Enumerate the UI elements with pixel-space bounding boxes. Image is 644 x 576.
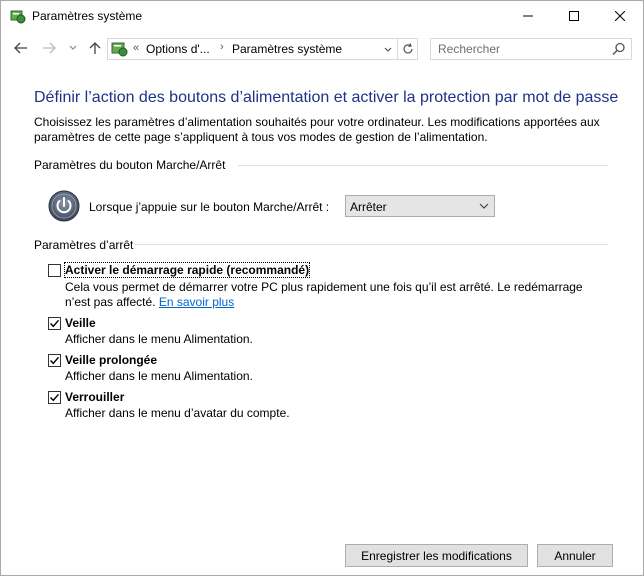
control-panel-icon bbox=[111, 41, 129, 57]
refresh-button[interactable] bbox=[397, 38, 418, 60]
breadcrumb-system-settings[interactable]: Paramètres système bbox=[232, 42, 342, 56]
checkmark-icon bbox=[50, 319, 60, 328]
sleep-description: Afficher dans le menu Alimentation. bbox=[65, 332, 253, 346]
maximize-icon bbox=[569, 11, 579, 21]
arrow-up-icon bbox=[89, 42, 101, 54]
forward-button[interactable] bbox=[39, 39, 59, 57]
power-button-icon bbox=[48, 190, 80, 222]
cancel-button[interactable]: Annuler bbox=[537, 544, 613, 567]
page-description: Choisissez les paramètres d’alimentation… bbox=[34, 115, 600, 144]
hibernate-description: Afficher dans le menu Alimentation. bbox=[65, 369, 253, 383]
fast-startup-checkbox[interactable] bbox=[48, 264, 61, 277]
chevron-down-icon bbox=[384, 47, 392, 52]
sleep-checkbox[interactable] bbox=[48, 317, 61, 330]
power-button-section-label: Paramètres du bouton Marche/Arrêt bbox=[34, 158, 226, 172]
address-bar[interactable]: « Options d'... › Paramètres système bbox=[107, 38, 398, 60]
checkmark-icon bbox=[50, 393, 60, 402]
chevron-down-icon bbox=[479, 203, 489, 209]
search-input[interactable] bbox=[438, 41, 608, 57]
control-panel-icon bbox=[10, 8, 26, 24]
close-button[interactable] bbox=[597, 1, 643, 31]
learn-more-link[interactable]: En savoir plus bbox=[159, 295, 234, 309]
lock-description: Afficher dans le menu d’avatar du compte… bbox=[65, 406, 290, 420]
hibernate-checkbox[interactable] bbox=[48, 354, 61, 367]
control-panel-window: Paramètres système « Options d'... › Par… bbox=[0, 0, 644, 576]
power-button-action-select[interactable]: Arrêter bbox=[345, 195, 495, 217]
breadcrumb-power-options[interactable]: Options d'... bbox=[146, 42, 210, 56]
power-button-action-label: Lorsque j’appuie sur le bouton Marche/Ar… bbox=[89, 200, 330, 214]
sleep-label[interactable]: Veille bbox=[65, 316, 96, 330]
hibernate-label[interactable]: Veille prolongée bbox=[65, 353, 157, 367]
fast-startup-label[interactable]: Activer le démarrage rapide (recommandé) bbox=[63, 262, 311, 278]
address-history-button[interactable] bbox=[381, 44, 395, 56]
save-changes-button[interactable]: Enregistrer les modifications bbox=[345, 544, 528, 567]
select-value: Arrêter bbox=[350, 200, 387, 214]
refresh-icon bbox=[402, 43, 413, 54]
checkmark-icon bbox=[50, 356, 60, 365]
lock-checkbox[interactable] bbox=[48, 391, 61, 404]
shutdown-section-label: Paramètres d’arrêt bbox=[34, 238, 134, 252]
breadcrumb-overflow[interactable]: « bbox=[133, 42, 139, 54]
section-divider bbox=[238, 165, 608, 166]
fast-startup-description-text: Cela vous permet de démarrer votre PC pl… bbox=[65, 280, 583, 309]
navigation-bar: « Options d'... › Paramètres système bbox=[1, 31, 643, 67]
search-icon[interactable] bbox=[612, 42, 626, 56]
close-icon bbox=[615, 11, 625, 21]
chevron-down-icon bbox=[69, 45, 77, 50]
page-title: Définir l’action des boutons d’alimentat… bbox=[34, 89, 619, 106]
arrow-left-icon bbox=[14, 42, 27, 54]
recent-locations-button[interactable] bbox=[63, 39, 83, 57]
fast-startup-description: Cela vous permet de démarrer votre PC pl… bbox=[65, 280, 610, 310]
title-bar[interactable]: Paramètres système bbox=[1, 1, 643, 31]
search-box[interactable] bbox=[430, 38, 632, 60]
up-button[interactable] bbox=[85, 39, 105, 57]
maximize-button[interactable] bbox=[551, 1, 597, 31]
minimize-button[interactable] bbox=[505, 1, 551, 31]
minimize-icon bbox=[523, 15, 533, 17]
section-divider bbox=[134, 244, 608, 245]
window-title: Paramètres système bbox=[32, 9, 143, 23]
arrow-right-icon bbox=[43, 42, 56, 54]
lock-label[interactable]: Verrouiller bbox=[65, 390, 124, 404]
back-button[interactable] bbox=[11, 39, 31, 57]
breadcrumb-separator[interactable]: › bbox=[220, 41, 224, 53]
